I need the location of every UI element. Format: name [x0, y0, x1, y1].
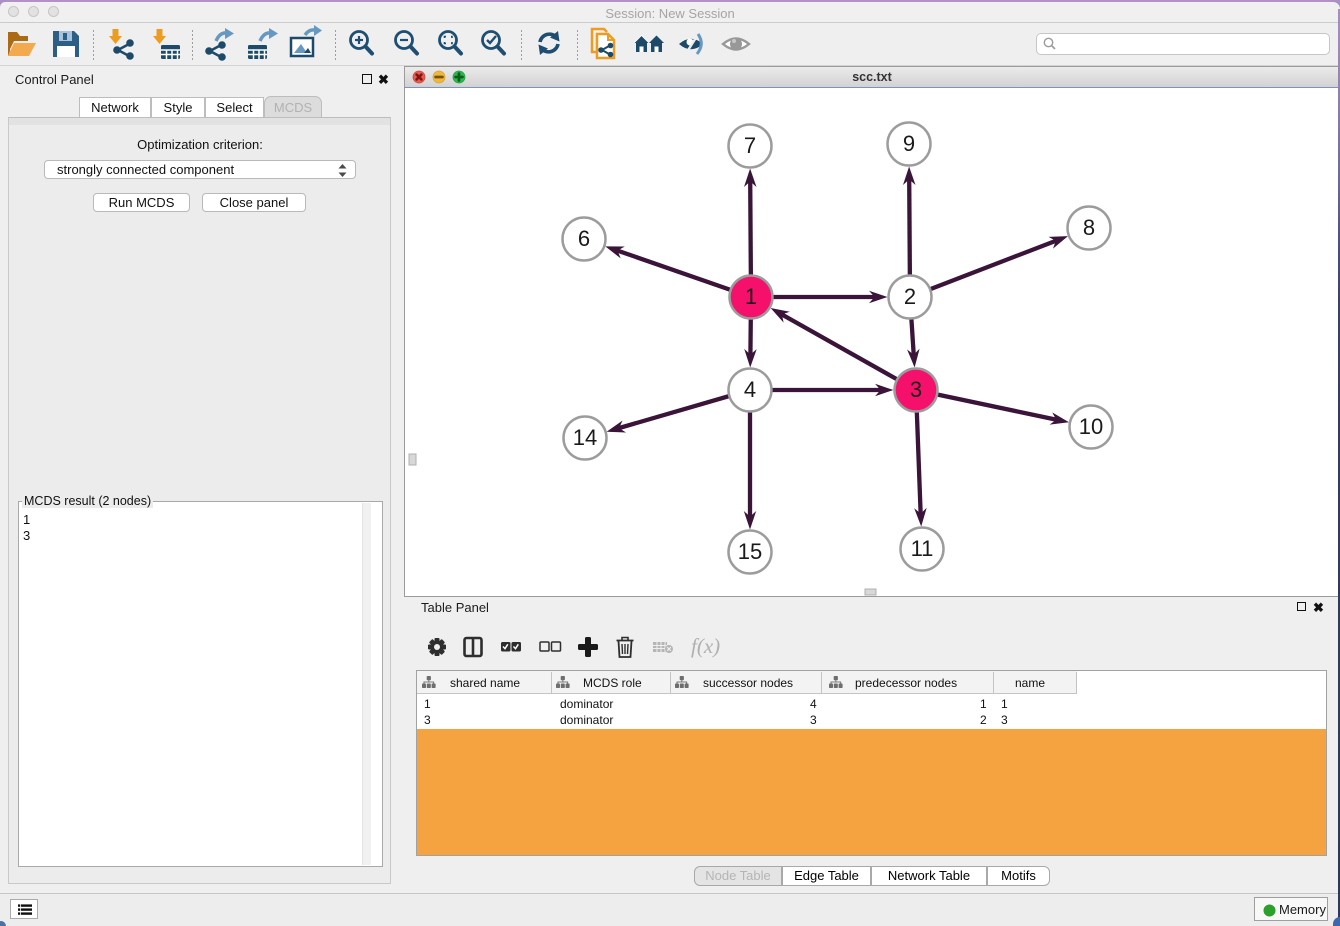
svg-text:6: 6 [578, 226, 590, 251]
svg-text:11: 11 [911, 536, 934, 561]
svg-text:2: 2 [904, 284, 916, 309]
svg-text:4: 4 [744, 377, 756, 402]
svg-text:9: 9 [903, 131, 915, 156]
svg-text:10: 10 [1079, 414, 1103, 439]
svg-text:15: 15 [738, 539, 762, 564]
svg-text:1: 1 [745, 284, 757, 309]
svg-text:7: 7 [744, 133, 756, 158]
svg-text:3: 3 [910, 377, 922, 402]
svg-text:8: 8 [1083, 215, 1095, 240]
svg-text:14: 14 [573, 425, 597, 450]
